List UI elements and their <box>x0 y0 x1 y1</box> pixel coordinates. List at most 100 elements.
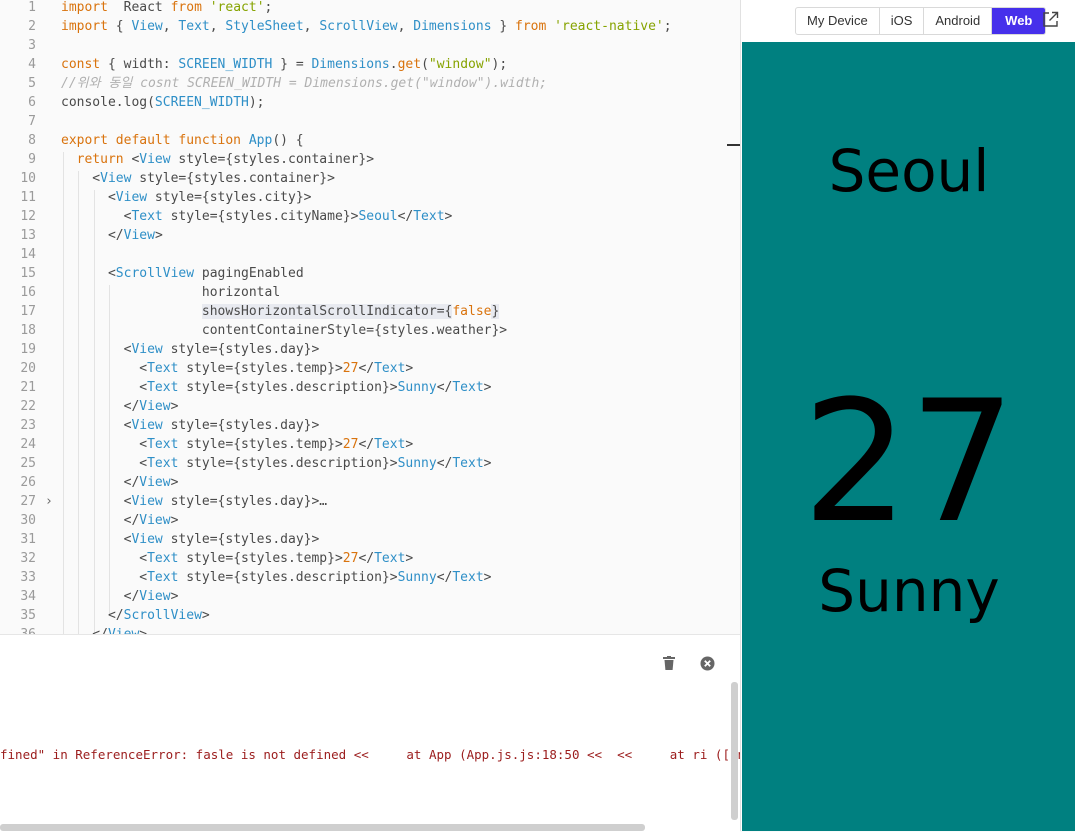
code-token: { width: <box>100 57 179 72</box>
code-text: <Text style={styles.temp}>27</Text> <box>61 435 413 454</box>
code-token: View <box>123 228 155 243</box>
code-line[interactable]: 9 return <View style={styles.container}> <box>0 150 740 169</box>
code-editor[interactable]: 1 import React from 'react'; 2 import { Vie… <box>0 0 740 634</box>
code-token: > <box>201 608 210 623</box>
code-line[interactable]: 11 <View style={styles.city}> <box>0 188 740 207</box>
code-token: SCREEN_WIDTH <box>178 57 273 72</box>
code-line[interactable]: 4 const { width: SCREEN_WIDTH } = Dimensi… <box>0 55 740 74</box>
code-text: <View style={styles.day}> <box>61 416 320 435</box>
code-text: <Text style={styles.description}>Sunny</… <box>61 454 491 473</box>
code-token: App <box>248 133 273 148</box>
code-token: style={styles.container}> <box>131 171 335 186</box>
code-text: showsHorizontalScrollIndicator={false} <box>61 302 500 321</box>
code-token: from <box>515 19 547 34</box>
code-line[interactable]: 2 import { View, Text, StyleSheet, Scroll… <box>0 17 740 36</box>
code-token: < <box>61 190 116 205</box>
code-line[interactable]: 12 <Text style={styles.cityName}>Seoul</… <box>0 207 740 226</box>
code-line[interactable]: 5 //위와 동일 cosnt SCREEN_WIDTH = Dimensions… <box>0 74 740 93</box>
code-token: > <box>170 399 179 414</box>
code-line[interactable]: 34 </View> <box>0 587 740 606</box>
code-token: ( <box>421 57 429 72</box>
code-line[interactable]: 30 </View> <box>0 511 740 530</box>
code-token: View <box>139 513 171 528</box>
code-token: </ <box>358 361 375 376</box>
code-token: import <box>61 0 108 15</box>
code-token: < <box>61 171 101 186</box>
code-token: get <box>397 57 422 72</box>
code-token: View <box>100 171 132 186</box>
chevron-right-icon[interactable]: › <box>45 492 53 511</box>
vertical-scrollbar[interactable] <box>731 682 738 820</box>
code-line[interactable]: 24 <Text style={styles.temp}>27</Text> <box>0 435 740 454</box>
line-number: 35 <box>20 608 36 623</box>
code-line[interactable]: 27 › <View style={styles.day}>… <box>0 492 740 511</box>
code-line[interactable]: 32 <Text style={styles.temp}>27</Text> <box>0 549 740 568</box>
code-text: <Text style={styles.cityName}>Seoul</Tex… <box>61 207 453 226</box>
tab-ios[interactable]: iOS <box>880 8 925 34</box>
code-line[interactable]: 18 contentContainerStyle={styles.weather… <box>0 321 740 340</box>
code-line[interactable]: 10 <View style={styles.container}> <box>0 169 740 188</box>
code-line[interactable]: 23 <View style={styles.day}> <box>0 416 740 435</box>
code-token: < <box>61 342 132 357</box>
code-token: View <box>131 532 163 547</box>
line-number: 11 <box>20 190 36 205</box>
code-line[interactable]: 3 <box>0 36 740 55</box>
preview-panel: My Device iOS Android Web Seoul 27 Sunny <box>740 0 1075 831</box>
code-token: > <box>139 627 147 634</box>
code-line[interactable]: 6 console.log(SCREEN_WIDTH); <box>0 93 740 112</box>
code-token: from <box>170 0 202 15</box>
code-text: horizontal <box>61 283 280 302</box>
code-token: SCREEN_WIDTH <box>154 95 249 110</box>
code-token: } <box>491 19 516 34</box>
code-token: showsHorizontalScrollIndicator={ <box>201 304 453 319</box>
code-line[interactable]: 17 showsHorizontalScrollIndicator={false… <box>0 302 740 321</box>
code-line[interactable]: 19 <View style={styles.day}> <box>0 340 740 359</box>
code-line[interactable]: 25 <Text style={styles.description}>Sunn… <box>0 454 740 473</box>
platform-tabs: My Device iOS Android Web <box>795 7 1047 35</box>
code-line[interactable]: 8 export default function App() { <box>0 131 740 150</box>
code-line[interactable]: 14 <box>0 245 740 264</box>
code-token: , <box>303 19 320 34</box>
close-circle-icon[interactable] <box>699 655 715 671</box>
code-token: > <box>170 589 179 604</box>
code-line[interactable]: 31 <View style={styles.day}> <box>0 530 740 549</box>
horizontal-scrollbar[interactable] <box>0 824 645 831</box>
code-token: > <box>405 551 414 566</box>
code-token: return <box>76 152 124 167</box>
code-token: 27 <box>342 437 359 452</box>
code-line[interactable]: 26 </View> <box>0 473 740 492</box>
code-line[interactable]: 22 </View> <box>0 397 740 416</box>
code-token: </ <box>61 399 140 414</box>
code-token: > <box>405 437 414 452</box>
code-token: ); <box>491 57 508 72</box>
code-line[interactable]: 20 <Text style={styles.temp}>27</Text> <box>0 359 740 378</box>
code-line[interactable]: 1 import React from 'react'; <box>0 0 740 17</box>
external-link-icon[interactable] <box>1042 11 1059 28</box>
line-number: 3 <box>28 38 36 53</box>
tab-my-device[interactable]: My Device <box>796 8 880 34</box>
code-token: React <box>107 0 171 15</box>
tab-android[interactable]: Android <box>924 8 993 34</box>
tab-web[interactable]: Web <box>992 8 1046 34</box>
code-line[interactable]: 35 </ScrollView> <box>0 606 740 625</box>
code-token: style={styles.city}> <box>147 190 312 205</box>
code-text: import React from 'react'; <box>61 0 272 17</box>
code-line[interactable]: 7 <box>0 112 740 131</box>
code-line[interactable]: 13 </View> <box>0 226 740 245</box>
code-text: <View style={styles.city}> <box>61 188 312 207</box>
code-token: Text <box>413 209 445 224</box>
code-line[interactable]: 15 <ScrollView pagingEnabled <box>0 264 740 283</box>
code-token: style={styles.container}> <box>170 152 375 167</box>
code-token: View <box>131 19 163 34</box>
code-text: </View> <box>61 587 179 606</box>
code-line[interactable]: 36 </View> <box>0 625 740 634</box>
code-line[interactable]: 16 horizontal <box>0 283 740 302</box>
code-token: style={styles.description}> <box>178 570 398 585</box>
code-line[interactable]: 21 <Text style={styles.description}>Sunn… <box>0 378 740 397</box>
code-text: return <View style={styles.container}> <box>61 150 374 169</box>
weather-description: Sunny <box>818 557 1000 625</box>
code-line[interactable]: 33 <Text style={styles.description}>Sunn… <box>0 568 740 587</box>
trash-icon[interactable] <box>661 655 677 671</box>
line-number: 20 <box>20 361 36 376</box>
